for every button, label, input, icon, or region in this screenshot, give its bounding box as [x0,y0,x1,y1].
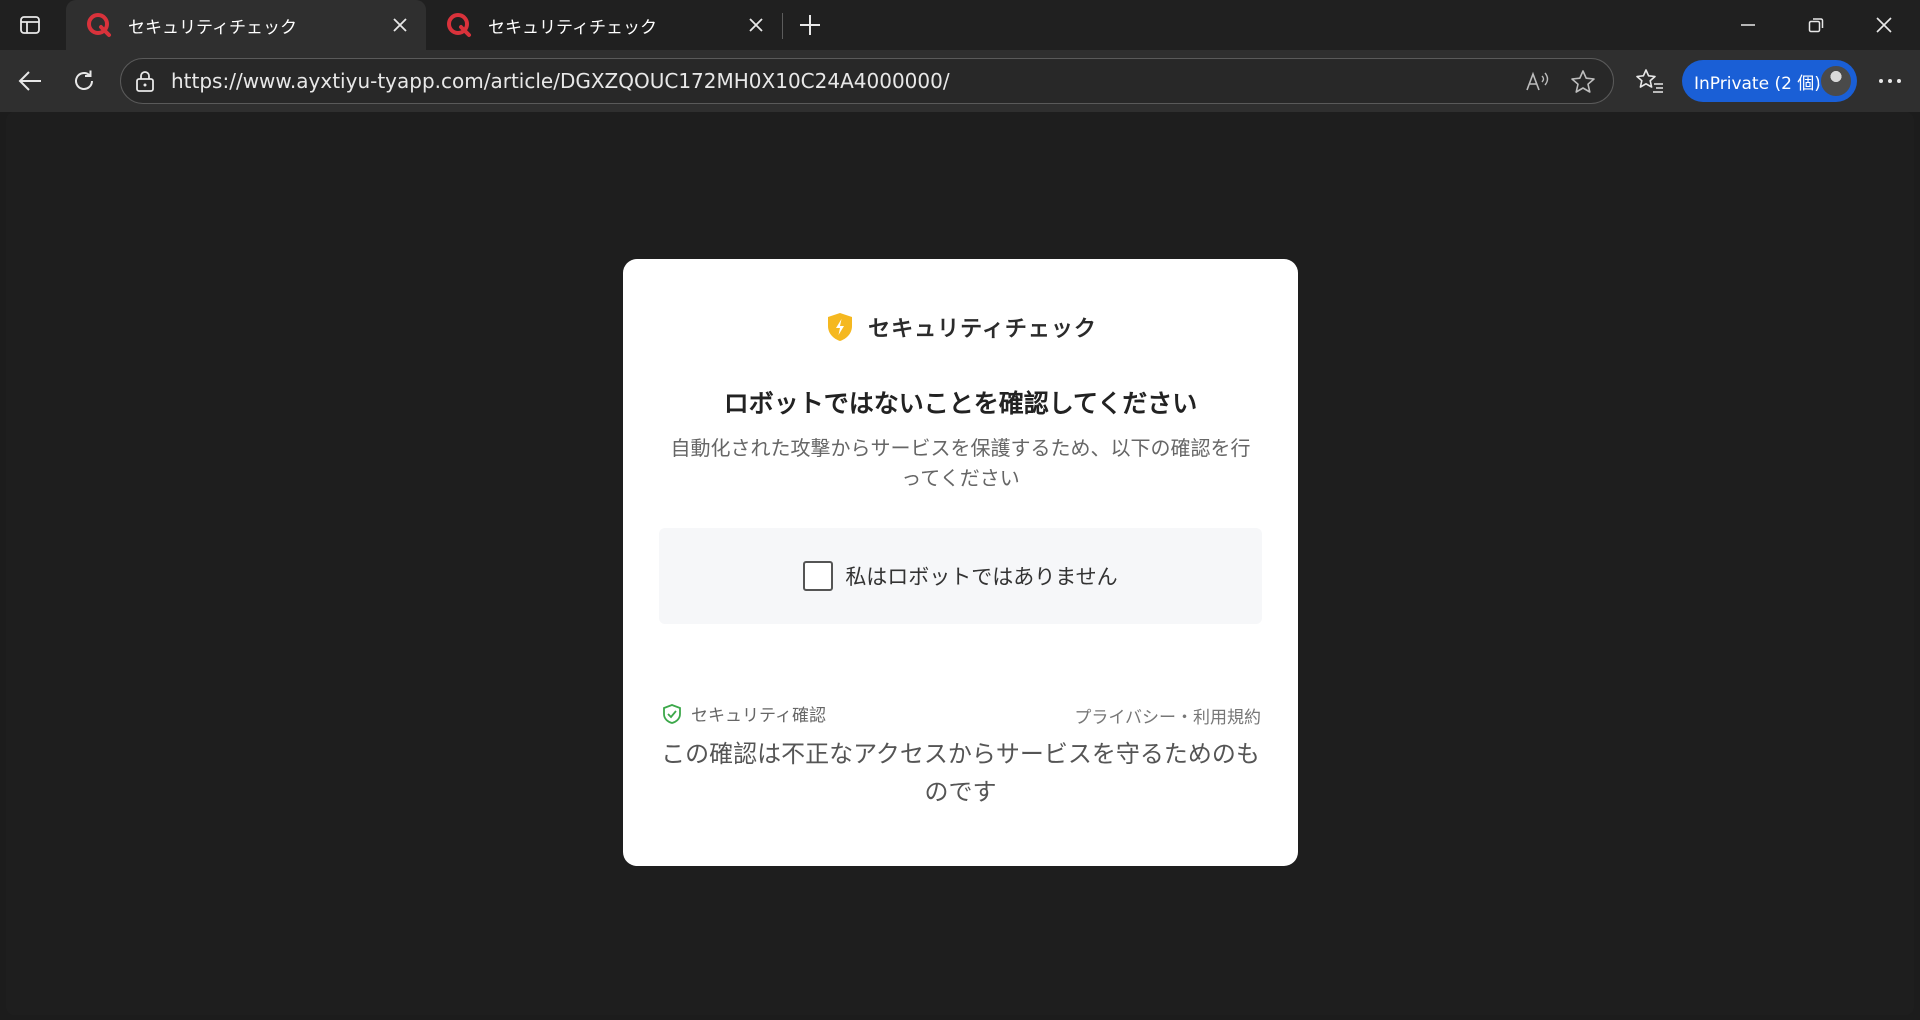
read-aloud-button[interactable] [1523,67,1553,97]
tab-close-button[interactable] [742,11,770,39]
security-verified-label: セキュリティ確認 [691,706,826,726]
brand-title: セキュリティチェック [868,317,1097,342]
read-aloud-icon [1526,71,1549,91]
avatar [1819,64,1853,98]
favorites-star-list-icon [1636,69,1663,93]
tab-title: セキュリティチェック [488,17,657,38]
url-text[interactable]: https://www.ayxtiyu-tyapp.com/article/DG… [171,59,950,103]
robot-checkbox[interactable] [803,561,834,591]
tab-close-button[interactable] [386,11,414,39]
card-footer: セキュリティ確認 プライバシー・利用規約 [661,701,1261,728]
toolbar: https://www.ayxtiyu-tyapp.com/article/DG… [0,50,1920,112]
favorites-button[interactable] [1630,62,1670,100]
minimize-icon [1741,24,1755,26]
address-bar[interactable]: https://www.ayxtiyu-tyapp.com/article/DG… [120,58,1614,104]
site-info-button[interactable] [133,69,157,93]
plus-icon [800,15,820,35]
card-header: セキュリティチェック [623,311,1298,343]
close-window-button[interactable] [1850,0,1918,50]
security-verified: セキュリティ確認 [661,701,826,726]
close-icon [749,18,763,32]
restore-button[interactable] [1782,0,1850,50]
page-content: セキュリティチェック ロボットではないことを確認してください 自動化された攻撃か… [6,112,1914,1015]
tab-2[interactable]: セキュリティチェック [426,0,782,50]
restore-icon [1808,18,1824,33]
shield-check-icon [663,703,681,724]
checkbox-label[interactable]: 私はロボットではありません [845,561,1117,591]
close-icon [393,18,407,32]
lock-icon [136,71,154,92]
tab-1[interactable]: セキュリティチェック [66,0,426,50]
refresh-button[interactable] [64,62,104,100]
tab-actions-button[interactable] [10,8,50,42]
back-button[interactable] [10,62,50,100]
inprivate-button[interactable]: InPrivate (2 個) [1682,60,1857,102]
inprivate-label: InPrivate (2 個) [1694,73,1821,94]
tab-actions-icon [20,16,40,34]
q-logo-icon [87,13,111,37]
favorite-button[interactable] [1568,67,1598,97]
refresh-icon [75,70,93,90]
minimize-button[interactable] [1714,0,1782,50]
footer-note: この確認は不正なアクセスからサービスを守るためのものです [661,740,1260,806]
star-icon [1571,70,1595,93]
back-arrow-icon [18,71,41,91]
security-check-card: セキュリティチェック ロボットではないことを確認してください 自動化された攻撃か… [623,259,1298,866]
shield-lightning-icon [828,313,853,341]
page-title: ロボットではないことを確認してください [723,389,1198,418]
tab-title: セキュリティチェック [128,17,297,38]
privacy-terms-link[interactable]: プライバシー・利用規約 [1074,703,1261,728]
new-tab-button[interactable] [792,8,828,42]
q-logo-icon [447,13,471,37]
tab-strip: セキュリティチェック セキュリティチェック [0,0,1920,50]
tab-separator [782,13,783,39]
close-icon [1876,17,1892,33]
settings-more-button[interactable] [1870,62,1910,100]
more-dots-icon [1879,79,1901,83]
description-text: 自動化された攻撃からサービスを保護するため、以下の確認を行ってください [670,436,1251,490]
captcha-panel[interactable]: 私はロボットではありません [659,528,1262,624]
